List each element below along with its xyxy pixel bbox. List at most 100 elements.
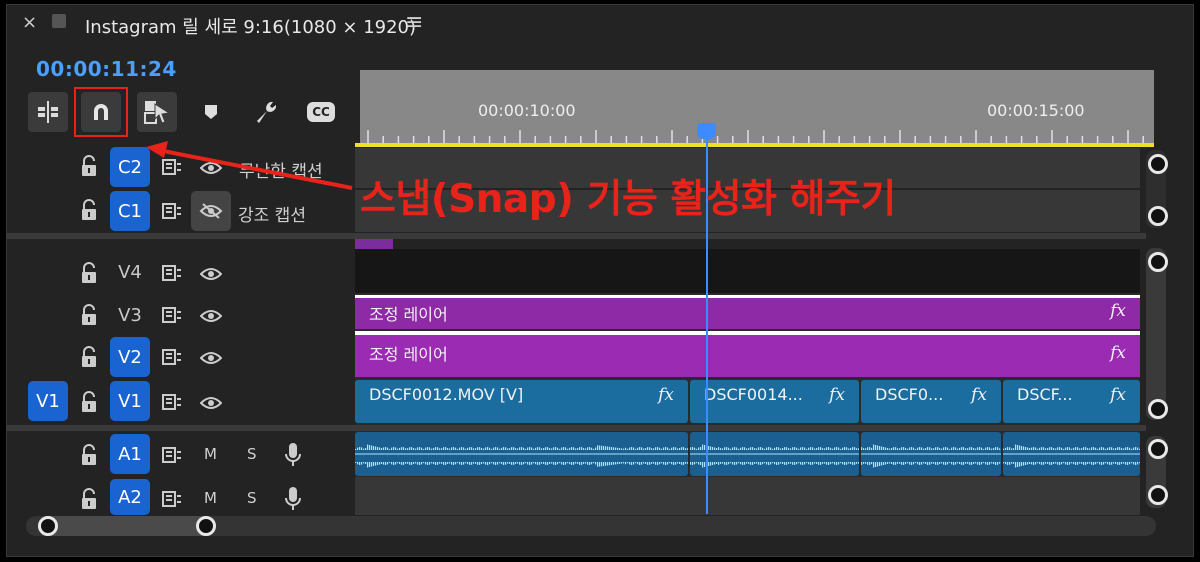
scroll-handle[interactable] [1148, 154, 1168, 174]
audio-track-a2-lane[interactable] [355, 477, 1140, 515]
waveform-bar [780, 462, 782, 464]
purple-caption-clip-stub[interactable] [355, 239, 393, 249]
adjustment-layer-clip-v2[interactable]: 조정 레이어 fx [355, 331, 1140, 377]
microphone-icon[interactable] [284, 486, 302, 516]
playhead-timecode[interactable]: 00:00:11:24 [36, 57, 177, 81]
track-target-c2[interactable]: C2 [110, 147, 150, 187]
track-target-c1[interactable]: C1 [110, 191, 150, 231]
track-target-v3[interactable]: V3 [110, 295, 150, 335]
captions-button[interactable]: CC [301, 92, 341, 132]
audio-waveform [861, 444, 1001, 468]
waveform-bar [543, 462, 545, 464]
waveform-bar [551, 462, 553, 464]
microphone-icon[interactable] [284, 442, 302, 472]
waveform-bar [1103, 462, 1105, 465]
waveform-bar [806, 448, 808, 450]
audio-clip[interactable] [1003, 432, 1140, 476]
insert-ripple-button[interactable] [28, 92, 68, 132]
sequence-tab-title[interactable]: Instagram 릴 세로 9:16(1080 × 1920) [85, 13, 416, 39]
waveform-bar [1115, 448, 1117, 450]
scroll-handle[interactable] [1148, 399, 1168, 419]
waveform-bar [909, 462, 911, 465]
source-patch-v1[interactable]: V1 [28, 381, 68, 421]
solo-button-a2[interactable]: S [247, 489, 257, 507]
sync-lock-icon[interactable] [162, 491, 182, 511]
video-clip[interactable]: DSCF0012.MOV [V] fx [355, 380, 688, 423]
waveform-bar [1003, 462, 1005, 464]
waveform-bar [483, 462, 485, 464]
sync-lock-icon[interactable] [162, 394, 182, 414]
lock-icon[interactable] [80, 304, 98, 330]
timeline-settings-button[interactable] [246, 92, 286, 132]
waveform-bar [804, 462, 806, 465]
solo-button-a1[interactable]: S [247, 445, 257, 463]
waveform-bar [1121, 448, 1123, 450]
sync-lock-icon[interactable] [162, 159, 182, 179]
audio-clip[interactable] [690, 432, 859, 476]
track-target-v4[interactable]: V4 [110, 252, 150, 292]
scroll-handle[interactable] [196, 516, 216, 536]
lock-icon[interactable] [80, 346, 98, 372]
waveform-bar [1035, 462, 1037, 465]
time-ruler[interactable]: 00:00:10:00 00:00:15:00 [360, 70, 1154, 146]
audio-clip[interactable] [355, 432, 688, 476]
scroll-handle[interactable] [38, 516, 58, 536]
waveform-bar [1119, 462, 1121, 465]
waveform-bar [708, 462, 710, 466]
waveform-bar [565, 462, 567, 465]
lock-icon[interactable] [80, 155, 98, 181]
track-target-v2[interactable]: V2 [110, 337, 150, 377]
eye-icon[interactable] [199, 308, 223, 327]
eye-icon[interactable] [199, 266, 223, 285]
waveform-bar [947, 447, 949, 450]
video-vertical-scrollbar[interactable] [1146, 248, 1166, 420]
scroll-handle[interactable] [1148, 252, 1168, 272]
linked-selection-button[interactable] [137, 92, 177, 132]
eye-hidden-button[interactable] [191, 191, 231, 231]
work-area-bar[interactable] [355, 143, 1154, 147]
lock-icon[interactable] [80, 488, 98, 514]
waveform-bar [607, 462, 609, 466]
panel-menu-icon[interactable]: ≡ [405, 10, 423, 35]
waveform-bar [421, 462, 423, 465]
lock-icon[interactable] [80, 199, 98, 225]
track-target-a1[interactable]: A1 [110, 434, 150, 474]
waveform-bar [487, 447, 489, 450]
sync-lock-icon[interactable] [162, 307, 182, 327]
track-target-a2[interactable]: A2 [110, 479, 150, 515]
sync-lock-icon[interactable] [162, 265, 182, 285]
video-clip[interactable]: DSCF... fx [1003, 380, 1140, 423]
video-track-v4-lane[interactable] [355, 249, 1140, 293]
eye-icon[interactable] [199, 160, 223, 179]
waveform-bar [816, 448, 818, 450]
scroll-handle[interactable] [1148, 439, 1168, 459]
horizontal-scrollbar-thumb[interactable] [38, 516, 216, 536]
lock-icon[interactable] [80, 262, 98, 288]
video-clip[interactable]: DSCF0... fx [861, 380, 1001, 423]
waveform-bar [429, 447, 431, 450]
lock-icon[interactable] [80, 444, 98, 470]
video-clip[interactable]: DSCF0014... fx [690, 380, 859, 423]
waveform-bar [961, 462, 963, 465]
waveform-bar [1119, 447, 1121, 450]
eye-icon[interactable] [199, 395, 223, 414]
close-icon[interactable]: × [22, 12, 37, 33]
waveform-bar [1071, 462, 1073, 464]
sync-lock-icon[interactable] [162, 203, 182, 223]
add-marker-button[interactable] [191, 92, 231, 132]
mute-button-a2[interactable]: M [204, 489, 217, 507]
adjustment-layer-clip-v3[interactable]: 조정 레이어 fx [355, 295, 1140, 329]
caption-video-divider[interactable] [6, 233, 1146, 239]
eye-icon[interactable] [199, 350, 223, 369]
lock-icon[interactable] [80, 391, 98, 417]
waveform-bar [782, 448, 784, 450]
playhead-handle[interactable] [697, 123, 716, 139]
sync-lock-icon[interactable] [162, 447, 182, 467]
mute-button-a1[interactable]: M [204, 445, 217, 463]
sync-lock-icon[interactable] [162, 349, 182, 369]
scroll-handle[interactable] [1148, 206, 1168, 226]
waveform-bar [1041, 447, 1043, 450]
track-target-v1[interactable]: V1 [110, 381, 150, 421]
audio-clip[interactable] [861, 432, 1001, 476]
scroll-handle[interactable] [1148, 485, 1168, 505]
